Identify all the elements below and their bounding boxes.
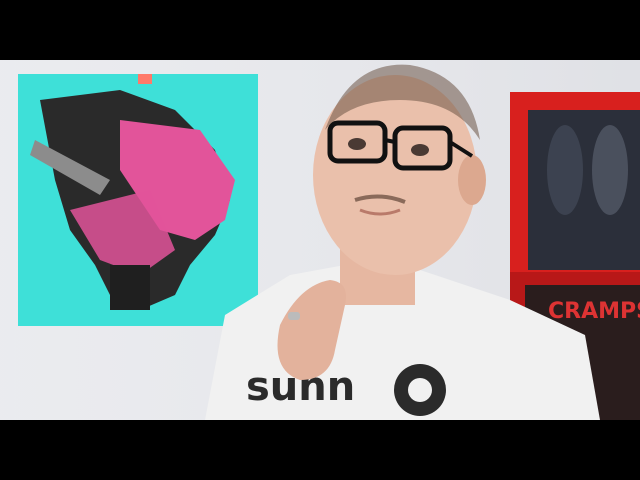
- poster-tape: [138, 74, 152, 84]
- scene-illustration: CRAMPS sunn: [0, 60, 640, 420]
- record-figure-1: [547, 125, 583, 215]
- shirt-print-logo-inner: [408, 378, 432, 402]
- ear: [458, 155, 486, 205]
- letterbox-top: [0, 0, 640, 60]
- left-eye: [348, 138, 366, 150]
- poster-boots: [110, 265, 150, 310]
- right-eye: [411, 144, 429, 156]
- video-scene: CRAMPS sunn: [0, 60, 640, 420]
- letterbox-bottom: [0, 420, 640, 480]
- shelf-record-text: CRAMPS: [548, 299, 640, 324]
- video-frame: CRAMPS sunn: [0, 0, 640, 480]
- album-poster: [18, 74, 258, 326]
- glasses-bridge: [384, 138, 396, 144]
- ring: [288, 312, 300, 320]
- record-figure-2: [592, 125, 628, 215]
